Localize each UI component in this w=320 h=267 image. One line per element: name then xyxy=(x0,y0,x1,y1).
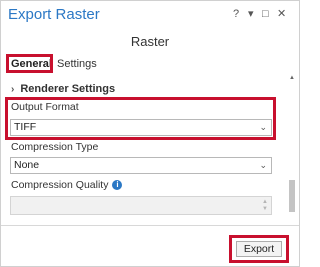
compression-type-select[interactable]: None ⌄ xyxy=(10,157,272,174)
chevron-right-icon: › xyxy=(11,84,15,95)
compression-type-value: None xyxy=(14,159,40,171)
pane-title: Export Raster xyxy=(8,6,100,23)
pane-menu-icon[interactable]: ▾ xyxy=(248,7,254,21)
section-label: Renderer Settings xyxy=(20,83,116,95)
tab-settings[interactable]: Settings xyxy=(57,58,97,71)
compression-quality-label-text: Compression Quality xyxy=(11,179,109,191)
export-button-highlight xyxy=(229,235,289,263)
pane-subtitle: Raster xyxy=(130,34,170,49)
output-format-highlight xyxy=(5,97,276,140)
scroll-thumb[interactable] xyxy=(289,180,295,212)
info-icon[interactable]: i xyxy=(112,180,123,191)
title-bar: Export Raster ? ▾ □ ✕ xyxy=(1,1,299,29)
vertical-scrollbar[interactable]: ▲ xyxy=(288,75,296,225)
export-raster-pane: Export Raster ? ▾ □ ✕ Raster General Set… xyxy=(0,0,300,267)
close-icon[interactable]: ✕ xyxy=(277,7,286,21)
scroll-up-icon[interactable]: ▲ xyxy=(288,75,296,85)
spin-down-icon: ▼ xyxy=(262,206,268,212)
chevron-down-icon: ⌄ xyxy=(259,160,267,170)
restore-icon[interactable]: □ xyxy=(262,7,269,21)
help-icon[interactable]: ? xyxy=(233,7,239,21)
compression-quality-input: ▲ ▼ xyxy=(10,196,272,215)
general-tab-highlight xyxy=(6,54,53,73)
spin-up-icon: ▲ xyxy=(262,199,268,205)
renderer-settings-header[interactable]: › Renderer Settings xyxy=(11,83,115,95)
footer-divider xyxy=(1,225,299,226)
compression-type-label: Compression Type xyxy=(11,141,99,153)
compression-quality-label: Compression Quality i xyxy=(11,179,123,191)
